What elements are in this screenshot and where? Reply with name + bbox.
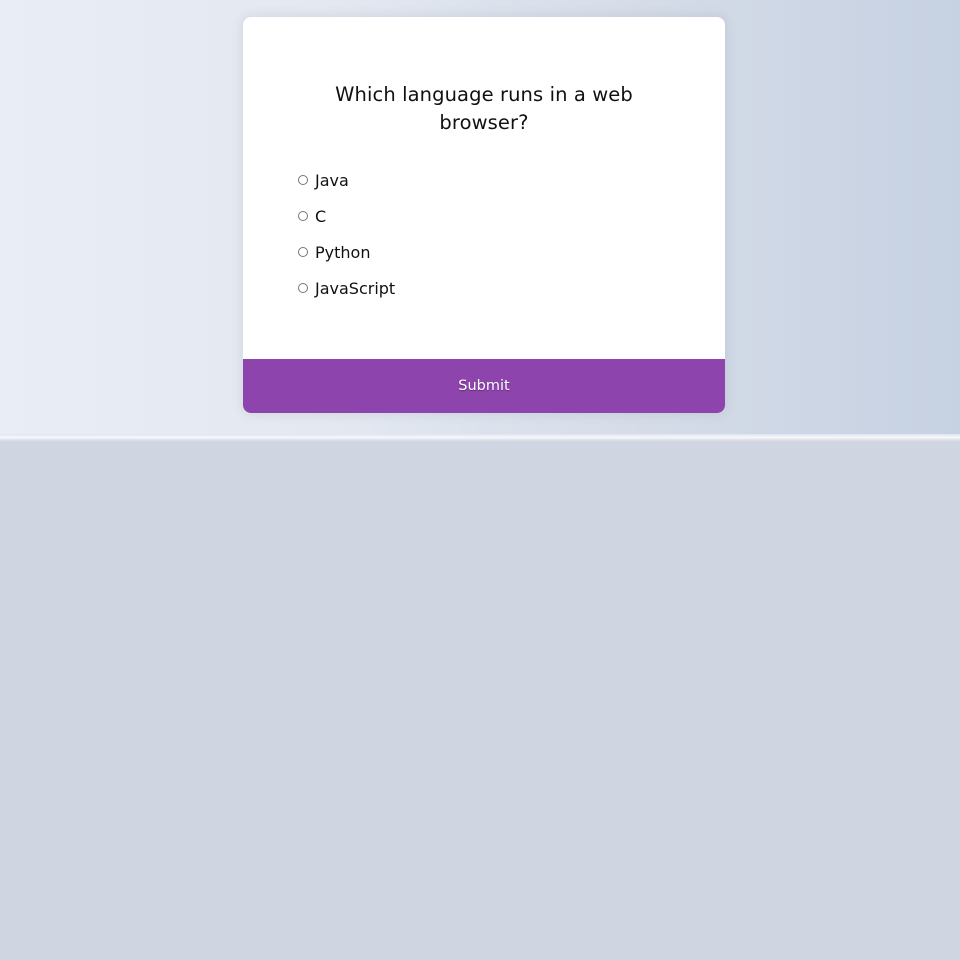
- quiz-question: Which language runs in a web browser?: [335, 83, 633, 134]
- radio-button-python[interactable]: [298, 247, 308, 257]
- answer-option-java[interactable]: Java: [298, 162, 395, 198]
- answer-option-javascript[interactable]: JavaScript: [298, 270, 395, 306]
- radio-button-javascript[interactable]: [298, 283, 308, 293]
- answer-label: Python: [315, 242, 371, 262]
- answer-label: JavaScript: [315, 278, 396, 298]
- answer-option-python[interactable]: Python: [298, 234, 395, 270]
- answer-option-c[interactable]: C: [298, 198, 395, 234]
- radio-button-java[interactable]: [298, 175, 308, 185]
- answer-label: C: [315, 206, 327, 226]
- background-divider: [0, 434, 960, 442]
- answer-label: Java: [315, 170, 349, 190]
- answer-list: Java C Python JavaScript: [298, 162, 395, 306]
- submit-button[interactable]: Submit: [243, 359, 725, 413]
- quiz-card: Which language runs in a web browser? Ja…: [243, 17, 725, 413]
- radio-button-c[interactable]: [298, 211, 308, 221]
